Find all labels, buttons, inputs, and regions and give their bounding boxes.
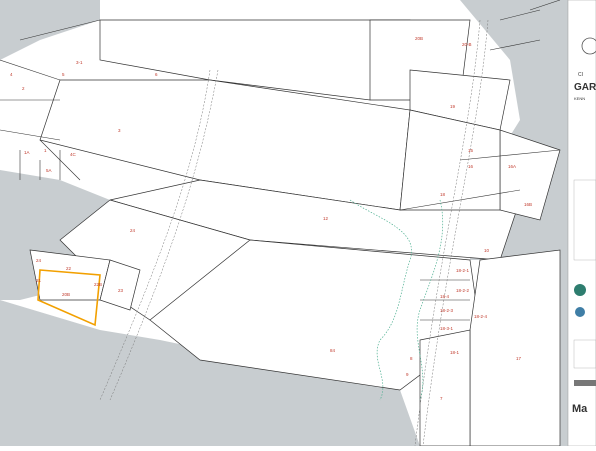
label-3-1: 3-1: [76, 60, 83, 65]
label-6: 6: [155, 72, 158, 77]
label-4c: 4C: [70, 152, 77, 157]
label-18-1: 18-1: [450, 350, 460, 355]
label-12: 12: [323, 216, 329, 221]
label-4: 4: [10, 72, 13, 77]
label-84: 84: [330, 348, 336, 353]
label-1a: 1A: [24, 150, 30, 155]
org-logo2-icon: [575, 307, 585, 317]
title-block-bg: [567, 0, 596, 447]
title-line2: GAR: [574, 82, 596, 93]
label-18-4: 18-4: [440, 294, 450, 299]
label-20b: 20B: [415, 36, 423, 41]
scale-bar: [574, 380, 596, 386]
label-17: 17: [516, 356, 522, 361]
label-16a: 16A: [508, 164, 516, 169]
label-18: 18: [440, 192, 446, 197]
label-21: 21: [36, 278, 42, 283]
label-18-3-1: 18-3-1: [440, 326, 454, 331]
label-18-2-4: 18-2-4: [474, 314, 488, 319]
parcel-7: [419, 329, 471, 447]
title-footer: Ma: [572, 403, 588, 415]
label-5a: 5A: [46, 168, 52, 173]
label-23: 23: [118, 288, 124, 293]
label-5: 5: [62, 72, 65, 77]
map-canvas: 6 3 12 24 84 20B 20-B 19 15 16 16A 16B 1…: [0, 0, 596, 447]
label-15: 15: [468, 148, 474, 153]
label-2: 2: [22, 86, 25, 91]
label-18-2-1: 18-2-1: [456, 268, 470, 273]
road-area-topleft: [0, 0, 100, 60]
title-line1: CI: [578, 72, 583, 78]
label-24b: 24: [36, 258, 42, 263]
title-line3: KENN: [574, 96, 585, 101]
label-18-2-2: 18-2-2: [456, 288, 470, 293]
title-block: CI GAR KENN Ma: [567, 0, 596, 447]
label-18-2-3: 18-2-3: [440, 308, 454, 313]
label-1: 1: [44, 148, 47, 153]
tax-map: 6 3 12 24 84 20B 20-B 19 15 16 16A 16B 1…: [0, 0, 596, 447]
label-10: 10: [484, 248, 490, 253]
label-16b: 16B: [524, 202, 532, 207]
line-d: [0, 59, 61, 81]
label-20b3: 20B: [62, 292, 70, 297]
parcel-17: [469, 249, 561, 447]
label-24: 24: [130, 228, 136, 233]
label-16: 16: [468, 164, 474, 169]
label-22b: 22B: [94, 282, 102, 287]
label-22: 22: [66, 266, 72, 271]
label-20b2: 20-B: [462, 42, 472, 47]
label-19: 19: [450, 104, 456, 109]
org-logo-icon: [574, 284, 586, 296]
